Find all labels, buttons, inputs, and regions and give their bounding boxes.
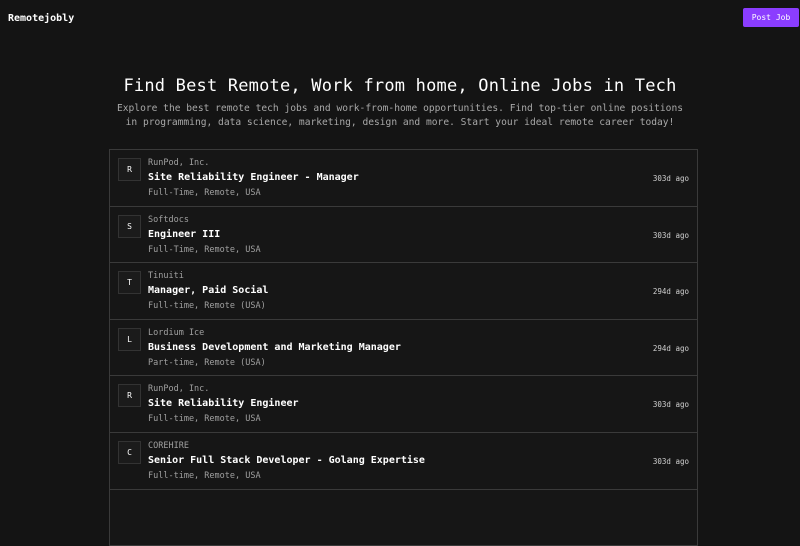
job-meta: Part-time, Remote (USA) (148, 357, 266, 368)
company-logo: C (118, 440, 141, 464)
job-title[interactable]: Site Reliability Engineer (148, 398, 299, 409)
company-name: Softdocs (148, 214, 189, 225)
company-logo: R (118, 384, 141, 408)
company-logo: T (118, 271, 141, 295)
job-title[interactable]: Manager, Paid Social (148, 285, 268, 296)
company-name: RunPod, Inc. (148, 158, 210, 168)
job-age: 303d ago (652, 230, 689, 240)
company-name: COREHIRE (148, 440, 189, 451)
job-age: 303d ago (652, 174, 689, 183)
job-age: 294d ago (652, 343, 689, 353)
job-age: 294d ago (652, 287, 689, 297)
job-card[interactable]: S Softdocs Engineer III Full-Time, Remot… (109, 206, 698, 264)
job-card[interactable]: R RunPod, Inc. Site Reliability Engineer… (109, 376, 698, 433)
job-card[interactable]: C COREHIRE Senior Full Stack Developer -… (109, 432, 698, 490)
company-logo: L (118, 327, 141, 351)
job-meta: Full-Time, Remote, USA (148, 244, 261, 255)
job-list: R RunPod, Inc. Site Reliability Engineer… (109, 149, 698, 546)
company-name: RunPod, Inc. (148, 384, 210, 395)
company-logo: S (118, 214, 141, 238)
brand-logo[interactable]: Remotejobly (8, 13, 74, 24)
company-logo: R (118, 158, 141, 181)
company-name: Lordium Ice (148, 327, 205, 338)
job-card[interactable] (109, 489, 698, 546)
job-meta: Full-time, Remote, USA (148, 470, 261, 481)
job-title[interactable]: Business Development and Marketing Manag… (148, 342, 401, 353)
job-card[interactable]: L Lordium Ice Business Development and M… (109, 319, 698, 377)
job-title[interactable]: Site Reliability Engineer - Manager (148, 172, 359, 183)
job-age: 303d ago (652, 456, 689, 466)
job-card[interactable]: T Tinuiti Manager, Paid Social Full-time… (109, 263, 698, 320)
company-name: Tinuiti (148, 271, 184, 282)
job-card[interactable]: R RunPod, Inc. Site Reliability Engineer… (109, 150, 698, 207)
hero-section: Find Best Remote, Work from home, Online… (0, 76, 800, 130)
job-meta: Full-time, Remote, USA (148, 414, 261, 425)
top-header: Remotejobly Post Job (0, 0, 800, 36)
job-age: 303d ago (652, 400, 689, 410)
job-meta: Full-Time, Remote, USA (148, 188, 261, 198)
page-title: Find Best Remote, Work from home, Online… (123, 76, 677, 96)
post-job-button[interactable]: Post Job (743, 8, 799, 27)
job-title[interactable]: Engineer III (148, 229, 220, 240)
job-meta: Full-time, Remote (USA) (148, 301, 266, 312)
job-title[interactable]: Senior Full Stack Developer - Golang Exp… (148, 455, 425, 466)
page-subtitle: Explore the best remote tech jobs and wo… (116, 103, 684, 128)
